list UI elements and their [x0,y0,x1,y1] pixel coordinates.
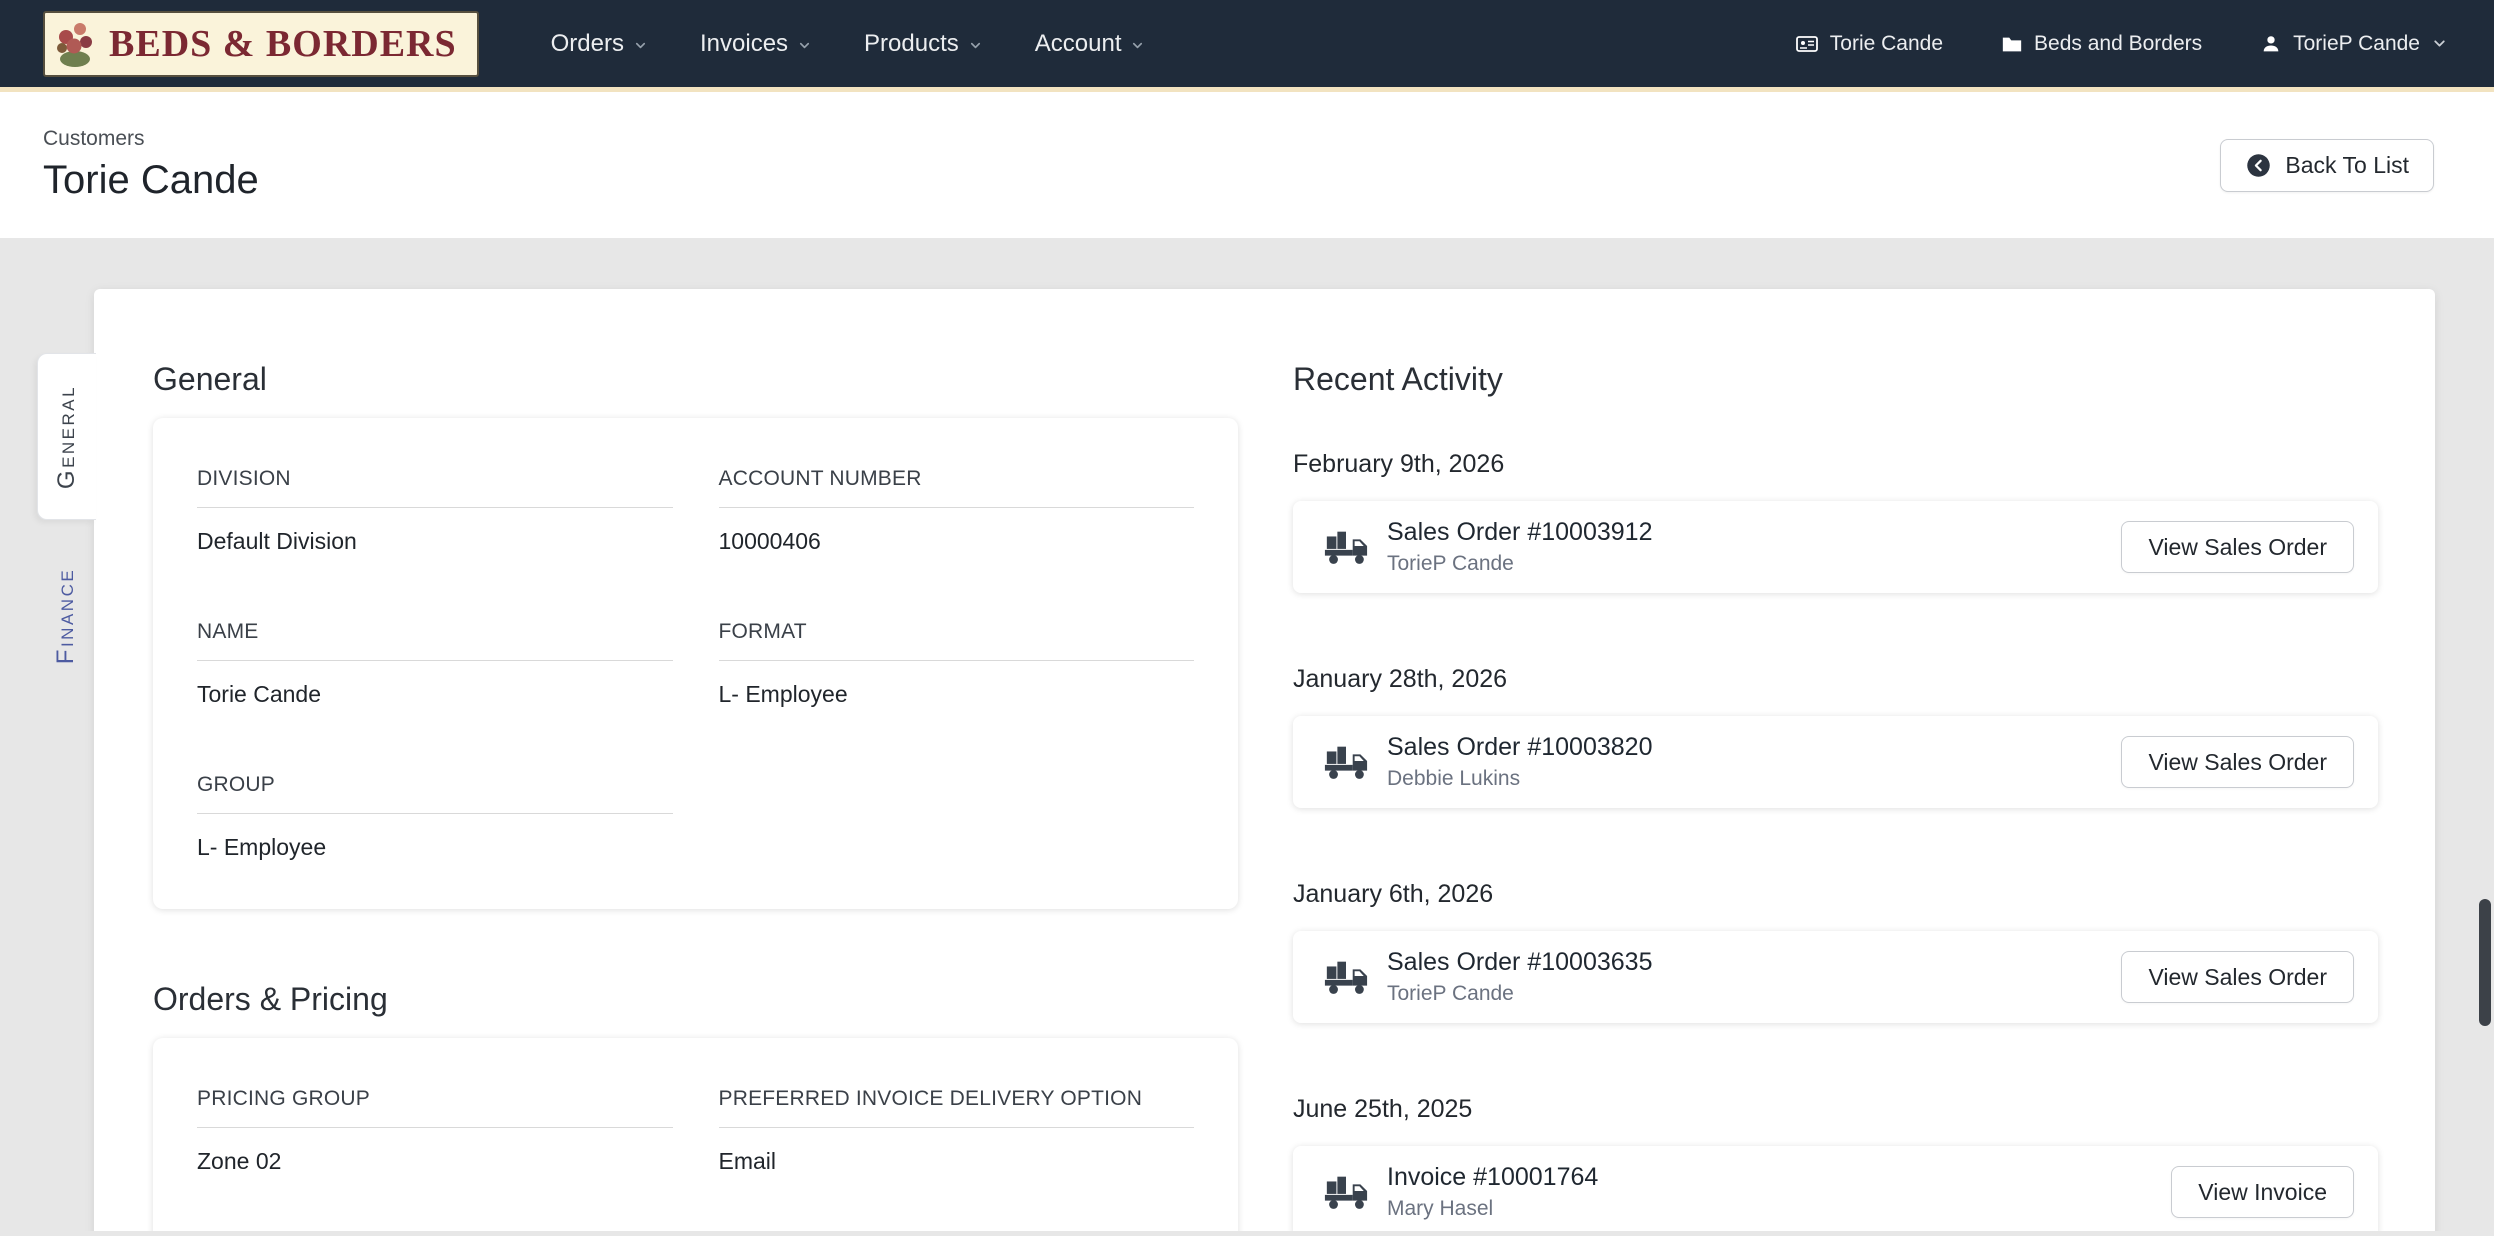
tab-finance[interactable]: Finance [37,560,96,671]
activity-card: Sales Order #10003820 Debbie Lukins View… [1293,716,2378,808]
section-title-recent-activity: Recent Activity [1293,361,1503,397]
brand-logo[interactable]: BEDS & BORDERS [43,10,479,77]
tab-general-label: General [53,384,81,489]
truck-icon [1323,739,1369,785]
folder-icon [2002,37,2022,51]
view-sales-order-button[interactable]: View Sales Order [2121,951,2354,1003]
field-label: GROUP [197,772,673,814]
field-value: Email [718,1148,777,1174]
activity-card: Invoice #10001764 Mary Hasel View Invoic… [1293,1146,2378,1231]
back-to-list-label: Back To List [2285,151,2409,178]
brand-logo-text: BEDS & BORDERS [109,22,457,65]
title-block: Customers Torie Cande [43,127,259,203]
user-menu-label: TorieP Cande [2293,31,2420,55]
field-division: DIVISION Default Division [197,466,673,555]
flower-logo-icon [57,22,92,67]
activity-title: Sales Order #10003635 [1387,948,1653,976]
activity-card: Sales Order #10003912 TorieP Cande View … [1293,501,2378,593]
id-card-icon [1795,35,1818,52]
view-sales-order-button[interactable]: View Sales Order [2121,736,2354,788]
nav-item-label: Account [1034,29,1122,57]
field-invoice-delivery-option: PREFERRED INVOICE DELIVERY OPTION Email [718,1086,1194,1231]
activity-card: Sales Order #10003635 TorieP Cande View … [1293,931,2378,1023]
chevron-down-icon [970,42,980,49]
nav-item-orders[interactable]: Orders [551,30,648,58]
section-title-general: General [153,361,267,397]
truck-icon [1323,524,1369,570]
field-label: FORMAT [718,619,1194,661]
user-icon [2263,35,2279,51]
field-label: ACCOUNT NUMBER [718,466,1194,508]
navbar-right-cluster: Torie Cande Beds and Borders TorieP Cand… [1795,32,2448,56]
left-column: General DIVISION Default Division ACCOUN… [153,361,1238,1231]
back-to-list-button[interactable]: Back To List [2220,138,2434,192]
activity-title: Sales Order #10003820 [1387,733,1653,761]
activity-date: June 25th, 2025 [1293,1095,1473,1123]
activity-text: Sales Order #10003635 TorieP Cande [1387,948,1652,1006]
primary-nav: Orders Invoices Products Account [551,30,1146,58]
activity-subtitle: Debbie Lukins [1387,767,1521,790]
field-label: PREFERRED INVOICE DELIVERY OPTION [718,1086,1194,1128]
view-sales-order-button[interactable]: View Sales Order [2121,521,2354,573]
nav-item-label: Orders [550,29,624,57]
view-invoice-button[interactable]: View Invoice [2171,1166,2354,1218]
activity-date: February 9th, 2026 [1293,450,1505,478]
section-title-orders-pricing: Orders & Pricing [153,981,388,1017]
activity-subtitle: Mary Hasel [1387,1197,1494,1220]
tab-finance-label: Finance [52,567,80,664]
field-value: Torie Cande [197,681,322,707]
company-context-label: Beds and Borders [2034,31,2203,55]
activity-subtitle: TorieP Cande [1387,552,1514,575]
scrollbar-thumb[interactable] [2479,899,2491,1026]
truck-icon [1323,954,1369,1000]
activity-text: Invoice #10001764 Mary Hasel [1387,1163,1598,1221]
activity-text: Sales Order #10003912 TorieP Cande [1387,518,1652,576]
field-value: Zone 02 [197,1148,282,1174]
nav-item-invoices[interactable]: Invoices [700,30,812,58]
field-label: DIVISION [197,466,673,508]
field-group: GROUP L- Employee [197,772,673,861]
page-header: Customers Torie Cande Back To List [0,92,2494,238]
field-value: L- Employee [197,834,327,860]
nav-item-account[interactable]: Account [1035,30,1146,58]
field-name: NAME Torie Cande [197,619,673,708]
field-pricing-group: PRICING GROUP Zone 02 [197,1086,673,1175]
customer-context-label: Torie Cande [1829,31,1944,55]
field-account-number: ACCOUNT NUMBER 10000406 [718,466,1194,555]
recent-activity-column: Recent Activity February 9th, 2026 Sales… [1293,361,2378,1231]
nav-item-label: Invoices [700,29,789,57]
chevron-down-icon [635,42,646,49]
field-value: Default Division [197,528,357,554]
chevron-down-icon [2434,40,2445,47]
nav-item-products[interactable]: Products [864,30,983,58]
truck-icon [1323,1169,1369,1215]
activity-title: Sales Order #10003912 [1387,518,1653,546]
main-content: General Finance General DIVISION Default… [0,238,2494,1231]
orders-pricing-card: PRICING GROUP Zone 02 PREFERRED INVOICE … [153,1038,1238,1231]
field-value: 10000406 [718,528,821,554]
company-context-item[interactable]: Beds and Borders [2001,32,2202,56]
field-format: FORMAT L- Employee [718,619,1194,708]
chevron-down-icon [799,42,810,49]
field-label: NAME [197,619,673,661]
activity-title: Invoice #10001764 [1387,1163,1599,1191]
activity-text: Sales Order #10003820 Debbie Lukins [1387,733,1652,791]
arrow-left-circle-icon [2247,153,2271,177]
customer-context-item[interactable]: Torie Cande [1795,32,1943,56]
nav-item-label: Products [864,29,959,57]
activity-subtitle: TorieP Cande [1387,982,1514,1005]
breadcrumb[interactable]: Customers [43,127,259,151]
page-title: Torie Cande [43,158,259,202]
general-info-card: DIVISION Default Division ACCOUNT NUMBER… [153,418,1238,909]
activity-date: January 6th, 2026 [1293,880,1494,908]
tab-general[interactable]: General [37,353,96,520]
top-navbar: BEDS & BORDERS Orders Invoices Products … [0,0,2494,92]
customer-detail-panel: General DIVISION Default Division ACCOUN… [94,289,2435,1231]
activity-date: January 28th, 2026 [1293,665,1508,693]
user-menu[interactable]: TorieP Cande [2260,32,2448,56]
field-label: PRICING GROUP [197,1086,673,1128]
chevron-down-icon [1133,42,1143,49]
field-value: L- Employee [718,681,848,707]
